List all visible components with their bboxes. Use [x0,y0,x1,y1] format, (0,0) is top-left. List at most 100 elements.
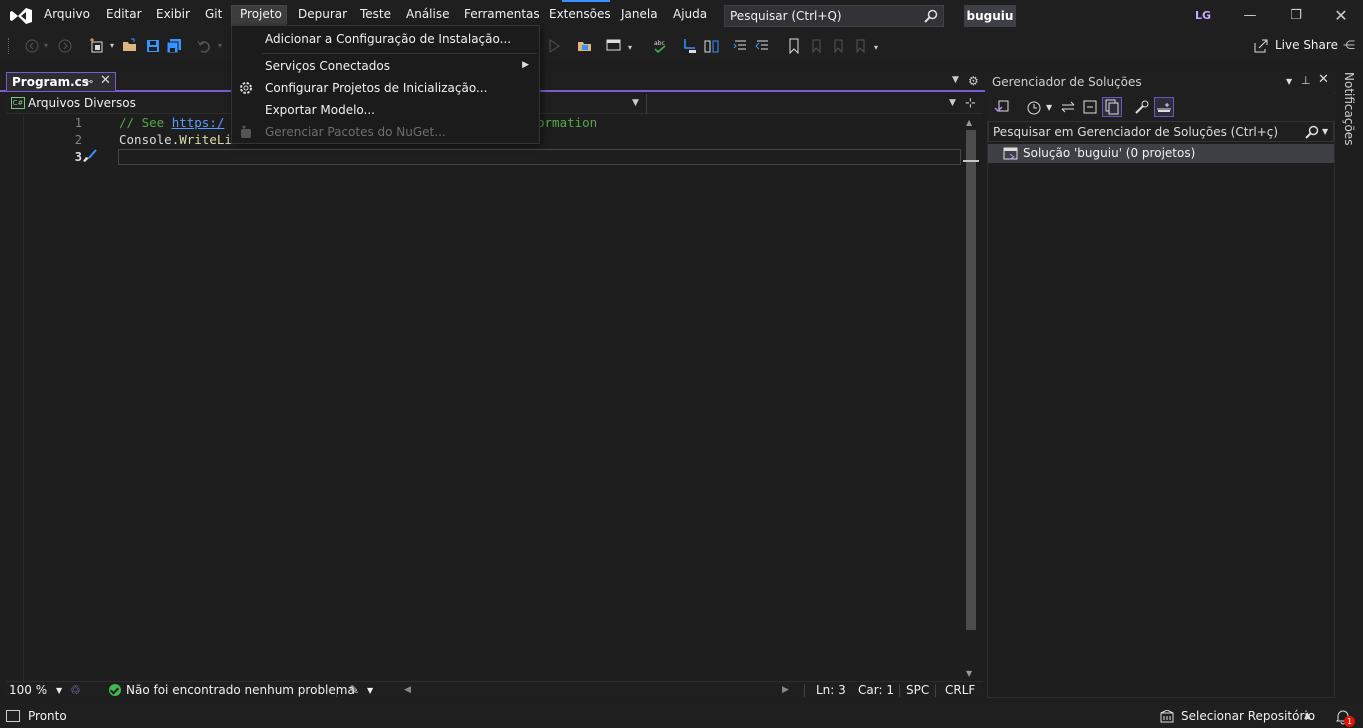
split-window-icon[interactable]: ⊹ [965,96,976,111]
toolbar-grip[interactable] [8,38,10,54]
user-avatar[interactable]: LG [1192,6,1214,26]
menu-analise[interactable]: Análise [406,7,449,25]
menu-extensoes[interactable]: Extensões [549,7,611,25]
menu-janela[interactable]: Janela [621,7,658,25]
solution-explorer-search[interactable]: Pesquisar em Gerenciador de Soluções (Ct… [988,121,1334,142]
next-bookmark-icon[interactable] [830,38,846,54]
bookmark-icon[interactable] [786,38,802,54]
open-folder-icon[interactable] [122,38,138,54]
live-share-button[interactable]: Live Share [1275,38,1338,52]
clear-bookmarks-icon[interactable] [852,38,868,54]
save-all-icon[interactable] [166,38,182,54]
preview-selected-items-icon[interactable] [1154,97,1174,117]
scroll-up-icon[interactable]: ▲ [966,118,972,127]
forward-arrow-icon[interactable] [57,38,73,54]
menu-item-add-setup-config[interactable]: Adicionar a Configuração de Instalação..… [232,29,539,49]
cleanup-dropdown-icon[interactable]: ▼ [367,686,373,695]
step-into-icon[interactable] [682,38,698,54]
history-dropdown-icon[interactable]: ▼ [1046,103,1052,112]
line-ending-indicator[interactable]: CRLF [945,683,975,697]
vertical-scrollbar[interactable]: ▲ ▼ [963,118,979,680]
member-combo[interactable] [646,94,964,114]
pin-icon[interactable]: ⊥ [1301,74,1311,87]
code-link[interactable]: https:/ [172,115,225,130]
layout-dropdown-icon[interactable]: ▾ [628,43,632,52]
close-icon[interactable]: ✕ [100,73,111,88]
properties-wrench-icon[interactable] [1133,98,1151,116]
tab-program-cs[interactable]: Program.cs ⊸ ✕ [6,72,116,91]
zoom-level[interactable]: 100 % [9,683,47,697]
menu-depurar[interactable]: Depurar [298,7,347,25]
intellicode-icon[interactable]: ♲ [70,683,81,697]
history-icon[interactable] [1025,98,1043,116]
back-arrow-icon[interactable] [24,38,40,54]
scroll-down-icon[interactable]: ▼ [966,669,972,678]
search-options-dropdown-icon[interactable]: ▼ [1322,127,1328,136]
code-editor[interactable] [6,115,983,681]
menu-item-configure-startup[interactable]: Configurar Projetos de Inicialização... [232,78,539,98]
zoom-dropdown-icon[interactable]: ▼ [56,686,62,695]
code-cleanup-brush-icon[interactable] [80,149,98,165]
menu-editar[interactable]: Editar [106,7,142,25]
menu-exibir[interactable]: Exibir [156,7,190,25]
repository-icon[interactable] [1160,710,1174,723]
solution-tree-item[interactable]: Solução 'buguiu' (0 projetos) [988,144,1334,163]
select-repository-button[interactable]: Selecionar Repositório [1181,709,1315,723]
menu-arquivo[interactable]: Arquivo [44,7,90,25]
undo-icon[interactable] [196,38,212,54]
restore-button[interactable]: ❐ [1284,5,1308,27]
menu-ferramentas[interactable]: Ferramentas [464,7,540,25]
live-share-options-icon[interactable]: ⋲ [1343,38,1355,52]
gear-icon[interactable]: ⚙ [968,74,979,88]
type-combo-dropdown-icon[interactable]: ▼ [632,98,639,108]
menu-ajuda[interactable]: Ajuda [673,7,707,25]
new-dropdown-icon[interactable]: ▾ [110,41,114,50]
tab-list-dropdown-icon[interactable]: ▼ [952,75,959,85]
live-share-icon[interactable] [1254,39,1268,53]
menu-item-connected-services[interactable]: Serviços Conectados ▶ [232,56,539,76]
uncomment-lines-icon[interactable] [755,38,771,54]
spell-check-icon[interactable]: abc [652,38,668,54]
scrollbar-thumb[interactable] [966,130,976,630]
menu-projeto[interactable]: Projeto [240,7,282,25]
start-without-debug-icon[interactable] [546,38,562,54]
comment-lines-icon[interactable] [733,38,749,54]
step-over-icon[interactable] [704,38,720,54]
prev-bookmark-icon[interactable] [808,38,824,54]
solution-name-badge[interactable]: buguiu [964,5,1016,27]
close-window-button[interactable]: ✕ [1329,5,1353,27]
back-dropdown-icon[interactable]: ▾ [44,41,48,50]
search-input[interactable]: Pesquisar (Ctrl+Q) [724,5,944,27]
visual-studio-logo-icon[interactable] [10,6,32,26]
toolbar-overflow-icon[interactable]: ▾ [874,43,878,52]
code-cleanup-icon[interactable]: ✎ [349,683,359,697]
member-combo-dropdown-icon[interactable]: ▼ [949,98,956,108]
sync-with-document-icon[interactable] [1059,98,1077,116]
collapse-all-icon[interactable] [1081,98,1099,116]
hscroll-left-icon[interactable]: ◀ [404,685,411,695]
pin-icon[interactable]: ⊸ [84,75,93,88]
save-icon[interactable] [145,38,161,54]
window-position-dropdown-icon[interactable]: ▼ [1286,77,1292,86]
column-indicator[interactable]: Car: 1 [858,683,894,697]
new-project-icon[interactable] [89,38,105,54]
menu-item-export-template[interactable]: Exportar Modelo... [232,100,539,120]
line-indicator[interactable]: Ln: 3 [816,683,846,697]
layout-icon[interactable] [606,38,622,54]
menu-teste[interactable]: Teste [360,7,391,25]
menu-item-manage-nuget[interactable]: Gerenciar Pacotes do NuGet... [232,122,539,142]
chevron-up-icon[interactable]: ▲ [1304,711,1311,721]
switch-views-icon[interactable] [993,98,1011,116]
undo-dropdown-icon[interactable]: ▾ [218,41,222,50]
menu-git[interactable]: Git [205,7,222,25]
minimize-button[interactable]: — [1238,5,1262,27]
close-icon[interactable]: ✕ [1318,72,1329,87]
hscroll-right-icon[interactable]: ▶ [782,685,789,695]
issues-status[interactable]: Não foi encontrado nenhum problema [126,683,355,697]
show-all-files-icon[interactable] [1102,97,1122,117]
project-combo[interactable]: Arquivos Diversos [28,96,136,110]
search-icon[interactable] [1305,125,1319,139]
notifications-label[interactable]: Notificações [1342,72,1356,145]
browse-folder-icon[interactable] [577,38,593,54]
whitespace-indicator[interactable]: SPC [906,683,929,697]
